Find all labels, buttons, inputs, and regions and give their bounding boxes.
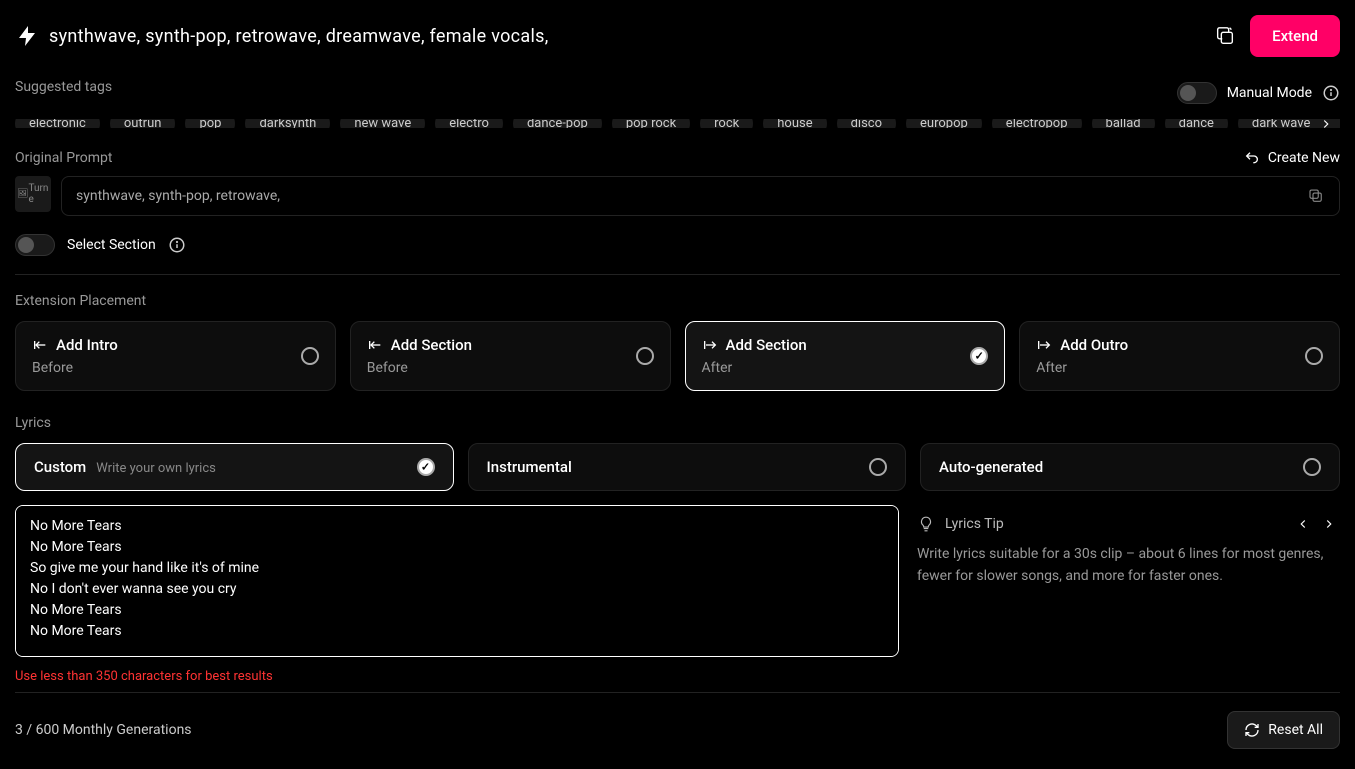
suggested-tags-label: Suggested tags: [15, 79, 112, 95]
manual-mode-toggle[interactable]: [1177, 82, 1217, 104]
radio-indicator: [1305, 347, 1323, 365]
select-section-toggle[interactable]: [15, 234, 55, 256]
lyrics-tab-auto-generated[interactable]: Auto-generated: [920, 443, 1340, 491]
placement-add-outro-after[interactable]: Add OutroAfter: [1019, 321, 1340, 391]
tag-dance[interactable]: dance: [1165, 119, 1228, 128]
lyrics-tip-panel: Lyrics Tip Write lyrics suitable for a 3…: [913, 505, 1340, 684]
lyrics-body: Use less than 350 characters for best re…: [15, 505, 1340, 684]
top-row: Extend: [15, 15, 1340, 57]
copy-icon: [1214, 25, 1236, 47]
arrow-forward-icon: [1036, 337, 1052, 353]
tag-pop-rock[interactable]: pop rock: [612, 119, 690, 128]
footer: 3 / 600 Monthly Generations Reset All: [15, 692, 1340, 769]
copy-button[interactable]: [1210, 21, 1240, 51]
arrow-back-icon: [367, 337, 383, 353]
tag-europop[interactable]: europop: [906, 119, 982, 128]
placement-add-section-before[interactable]: Add SectionBefore: [350, 321, 671, 391]
lyrics-tabs: CustomWrite your own lyrics Instrumental A…: [15, 443, 1340, 491]
lyrics-tip-text: Write lyrics suitable for a 30s clip – a…: [917, 543, 1336, 588]
select-section-label: Select Section: [67, 237, 156, 253]
original-prompt-row: 🖼Turne synthwave, synth-pop, retrowave,: [15, 176, 1340, 216]
radio-indicator: [636, 347, 654, 365]
placement-add-intro-before[interactable]: Add IntroBefore: [15, 321, 336, 391]
original-prompt-header: Original Prompt Create New: [15, 150, 1340, 166]
extension-placement-row: Add IntroBeforeAdd SectionBeforeAdd Sect…: [15, 321, 1340, 391]
radio-indicator: [1303, 458, 1321, 476]
tag-pop[interactable]: pop: [185, 119, 235, 128]
original-prompt-text: synthwave, synth-pop, retrowave,: [76, 188, 280, 204]
tag-ballad[interactable]: ballad: [1092, 119, 1155, 128]
tag-electropop[interactable]: electropop: [992, 119, 1082, 128]
tag-electro[interactable]: electro: [435, 119, 503, 128]
suggested-tags-row: electronic outrun pop darksynth new wave elec…: [15, 119, 1340, 128]
tag-outrun[interactable]: outrun: [110, 119, 176, 128]
track-thumbnail[interactable]: 🖼Turne: [15, 176, 51, 212]
radio-indicator: [970, 347, 988, 365]
info-icon[interactable]: [1322, 84, 1340, 102]
tag-disco[interactable]: disco: [837, 119, 896, 128]
extension-placement-label: Extension Placement: [15, 293, 1340, 309]
suggested-tags-header: Suggested tags Manual Mode: [15, 79, 1340, 107]
chevron-right-icon: [1319, 119, 1333, 128]
extend-button[interactable]: Extend: [1250, 15, 1340, 57]
generation-count: 3 / 600 Monthly Generations: [15, 722, 192, 738]
create-new-button[interactable]: Create New: [1244, 150, 1340, 166]
lyrics-tab-custom[interactable]: CustomWrite your own lyrics: [15, 443, 454, 491]
copy-icon[interactable]: [1307, 187, 1325, 205]
arrow-forward-icon: [702, 337, 718, 353]
undo-icon: [1244, 150, 1260, 166]
chevron-left-icon[interactable]: [1296, 517, 1310, 531]
chevron-right-icon[interactable]: [1322, 517, 1336, 531]
reset-all-button[interactable]: Reset All: [1227, 711, 1340, 749]
bolt-icon: [15, 24, 39, 48]
refresh-icon: [1244, 722, 1260, 738]
tag-new-wave[interactable]: new wave: [340, 119, 425, 128]
tag-darksynth[interactable]: darksynth: [245, 119, 330, 128]
radio-indicator: [301, 347, 319, 365]
radio-indicator: [869, 458, 887, 476]
lightbulb-icon: [917, 515, 935, 533]
lyrics-warning: Use less than 350 characters for best re…: [15, 669, 899, 684]
lyrics-textarea[interactable]: [15, 505, 899, 657]
arrow-back-icon: [32, 337, 48, 353]
tag-rock[interactable]: rock: [700, 119, 753, 128]
style-tags-input[interactable]: [49, 26, 1200, 47]
info-icon[interactable]: [168, 236, 186, 254]
lyrics-tip-title: Lyrics Tip: [945, 516, 1004, 532]
tags-scroll-right[interactable]: [1312, 119, 1340, 128]
original-prompt-label: Original Prompt: [15, 150, 112, 166]
tag-electronic[interactable]: electronic: [15, 119, 100, 128]
select-section-row: Select Section: [15, 234, 1340, 256]
tag-house[interactable]: house: [763, 119, 826, 128]
tag-dance-pop[interactable]: dance-pop: [513, 119, 602, 128]
manual-mode-label: Manual Mode: [1227, 85, 1312, 101]
lyrics-label: Lyrics: [15, 415, 1340, 431]
lyrics-tab-instrumental[interactable]: Instrumental: [468, 443, 907, 491]
original-prompt-box: synthwave, synth-pop, retrowave,: [61, 176, 1340, 216]
radio-indicator: [417, 458, 435, 476]
placement-add-section-after[interactable]: Add SectionAfter: [685, 321, 1006, 391]
